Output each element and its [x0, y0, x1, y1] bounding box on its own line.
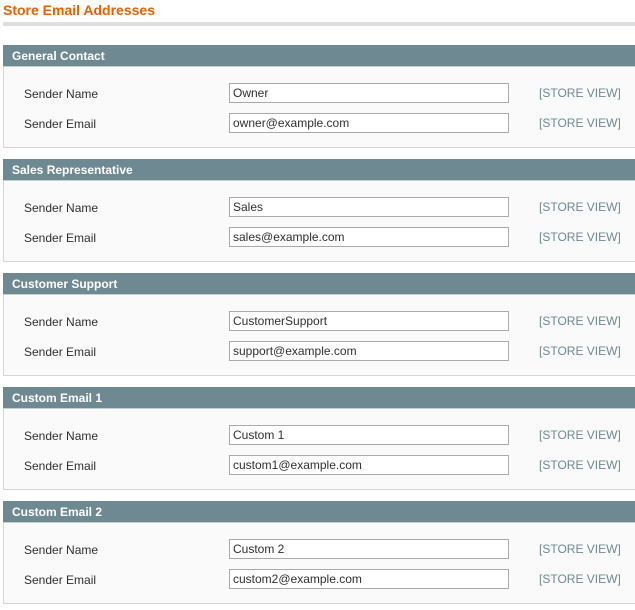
scope-label: [STORE VIEW] — [539, 200, 621, 214]
sender-name-input[interactable] — [229, 311, 509, 331]
scope-label: [STORE VIEW] — [539, 344, 621, 358]
form-row-sender-email: Sender Email [STORE VIEW] — [4, 227, 635, 249]
section-header[interactable]: Custom Email 1 — [3, 387, 635, 409]
form-row-sender-name: Sender Name [STORE VIEW] — [4, 83, 635, 105]
field-label: Sender Name — [24, 429, 99, 443]
section-header[interactable]: Sales Representative — [3, 159, 635, 181]
section-general-contact: General Contact Sender Name [STORE VIEW]… — [3, 45, 635, 148]
field-label: Sender Email — [24, 459, 97, 473]
section-body: Sender Name [STORE VIEW] Sender Email [S… — [3, 181, 635, 262]
field-label: Sender Email — [24, 345, 97, 359]
sender-name-input[interactable] — [229, 539, 509, 559]
section-body: Sender Name [STORE VIEW] Sender Email [S… — [3, 295, 635, 376]
scope-label: [STORE VIEW] — [539, 86, 621, 100]
sender-email-input[interactable] — [229, 569, 509, 589]
scope-label: [STORE VIEW] — [539, 542, 621, 556]
section-custom-email-1: Custom Email 1 Sender Name [STORE VIEW] … — [3, 387, 635, 490]
section-header[interactable]: General Contact — [3, 45, 635, 67]
field-label: Sender Name — [24, 201, 99, 215]
field-label: Sender Name — [24, 87, 99, 101]
scope-label: [STORE VIEW] — [539, 428, 621, 442]
field-label: Sender Name — [24, 543, 99, 557]
scope-label: [STORE VIEW] — [539, 116, 621, 130]
form-row-sender-name: Sender Name [STORE VIEW] — [4, 425, 635, 447]
scope-label: [STORE VIEW] — [539, 458, 621, 472]
section-header[interactable]: Customer Support — [3, 273, 635, 295]
field-label: Sender Email — [24, 573, 97, 587]
form-row-sender-name: Sender Name [STORE VIEW] — [4, 539, 635, 561]
section-custom-email-2: Custom Email 2 Sender Name [STORE VIEW] … — [3, 501, 635, 604]
form-row-sender-email: Sender Email [STORE VIEW] — [4, 569, 635, 591]
page-title: Store Email Addresses — [3, 2, 155, 18]
sender-name-input[interactable] — [229, 83, 509, 103]
sender-name-input[interactable] — [229, 197, 509, 217]
sender-email-input[interactable] — [229, 113, 509, 133]
scope-label: [STORE VIEW] — [539, 314, 621, 328]
field-label: Sender Email — [24, 117, 97, 131]
form-row-sender-name: Sender Name [STORE VIEW] — [4, 311, 635, 333]
field-label: Sender Name — [24, 315, 99, 329]
section-body: Sender Name [STORE VIEW] Sender Email [S… — [3, 409, 635, 490]
sender-email-input[interactable] — [229, 455, 509, 475]
scope-label: [STORE VIEW] — [539, 572, 621, 586]
form-row-sender-name: Sender Name [STORE VIEW] — [4, 197, 635, 219]
section-sales-representative: Sales Representative Sender Name [STORE … — [3, 159, 635, 262]
form-row-sender-email: Sender Email [STORE VIEW] — [4, 113, 635, 135]
field-label: Sender Email — [24, 231, 97, 245]
section-body: Sender Name [STORE VIEW] Sender Email [S… — [3, 67, 635, 148]
title-divider — [3, 22, 635, 26]
scope-label: [STORE VIEW] — [539, 230, 621, 244]
form-row-sender-email: Sender Email [STORE VIEW] — [4, 455, 635, 477]
sender-email-input[interactable] — [229, 227, 509, 247]
section-customer-support: Customer Support Sender Name [STORE VIEW… — [3, 273, 635, 376]
sender-name-input[interactable] — [229, 425, 509, 445]
section-header[interactable]: Custom Email 2 — [3, 501, 635, 523]
form-row-sender-email: Sender Email [STORE VIEW] — [4, 341, 635, 363]
section-body: Sender Name [STORE VIEW] Sender Email [S… — [3, 523, 635, 604]
sender-email-input[interactable] — [229, 341, 509, 361]
